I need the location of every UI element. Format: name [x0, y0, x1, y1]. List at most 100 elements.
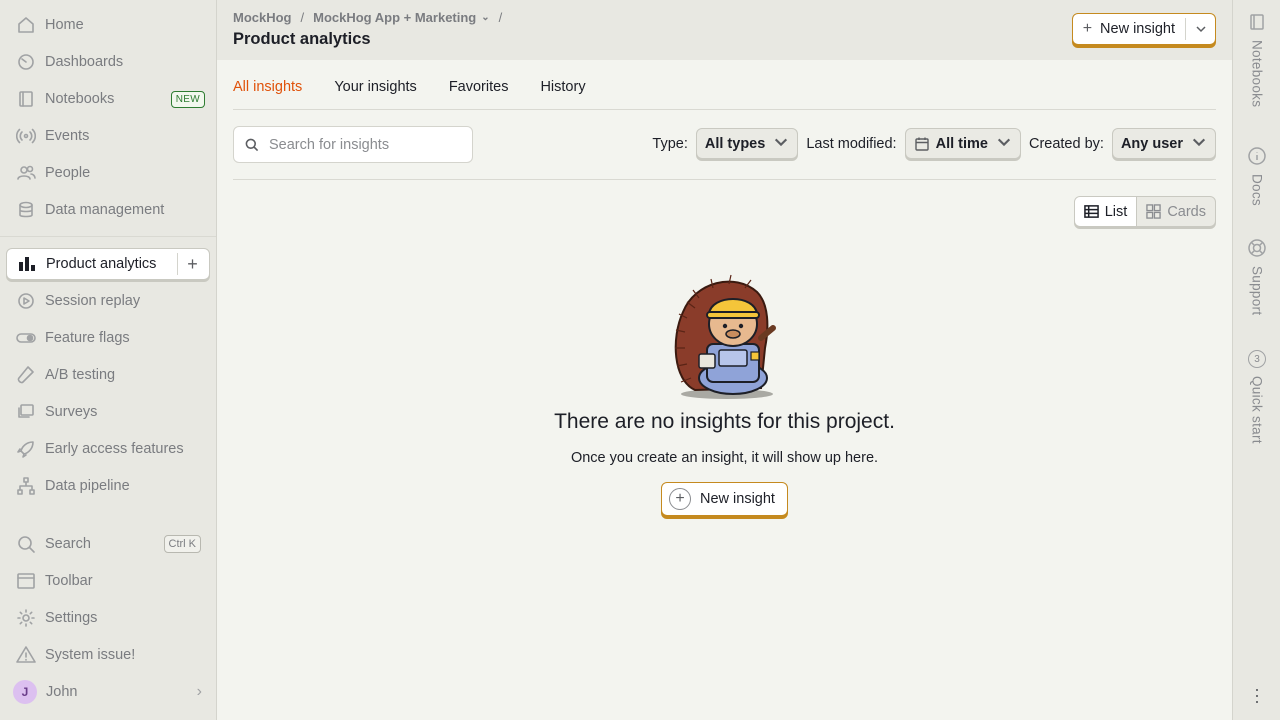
side-panel-notebooks[interactable]: Notebooks: [1233, 12, 1280, 107]
sidebar-item-people[interactable]: People: [6, 157, 210, 189]
rocket-icon: [16, 439, 36, 459]
search-icon: [16, 534, 36, 554]
sidebar-item-feature-flags[interactable]: Feature flags: [6, 322, 210, 354]
grid-icon: [1146, 204, 1162, 219]
sidebar-user[interactable]: J John ›: [6, 676, 210, 708]
info-icon: [1247, 146, 1267, 166]
database-icon: [16, 200, 36, 220]
empty-state: There are no insights for this project. …: [233, 268, 1216, 516]
chevron-down-icon: [1191, 134, 1207, 153]
filter-controls: Type: All types Last modified: All time …: [652, 128, 1216, 159]
chevron-down-icon[interactable]: ⌄: [481, 12, 489, 23]
sidebar-item-label: Data management: [45, 202, 165, 218]
lifebuoy-icon: [1247, 238, 1267, 258]
sidebar-item-product-analytics[interactable]: Product analytics +: [6, 248, 210, 280]
sidebar-divider: [0, 236, 216, 237]
search-input[interactable]: [269, 136, 459, 153]
chevron-down-icon: [773, 134, 789, 153]
add-insight-button[interactable]: +: [177, 253, 207, 275]
tab-history[interactable]: History: [540, 79, 585, 109]
sidebar-item-system-issue[interactable]: System issue!: [6, 639, 210, 671]
sidebar-item-home[interactable]: Home: [6, 9, 210, 41]
sidebar-item-label: Home: [45, 17, 84, 33]
sidebar-item-label: Session replay: [45, 293, 141, 309]
sidebar-item-label: Toolbar: [45, 573, 93, 589]
sidebar-item-label: A/B testing: [45, 367, 116, 383]
bar-chart-icon: [17, 254, 37, 274]
empty-state-title: There are no insights for this project.: [554, 410, 895, 433]
sidebar-item-surveys[interactable]: Surveys: [6, 396, 210, 428]
sidebar-item-label: Product analytics: [46, 256, 157, 272]
sidebar-item-label: Settings: [45, 610, 98, 626]
sidebar-item-label: Dashboards: [45, 54, 124, 70]
sidebar-item-settings[interactable]: Settings: [6, 602, 210, 634]
modified-filter-select[interactable]: All time: [904, 128, 1021, 159]
shortcut-badge: Ctrl K: [163, 535, 201, 553]
sidebar-item-search[interactable]: Search Ctrl K: [6, 528, 210, 560]
sidebar-item-notebooks[interactable]: Notebooks NEW: [6, 83, 210, 115]
search-icon: [245, 138, 259, 151]
sidebar-item-dashboards[interactable]: Dashboards: [6, 46, 210, 78]
flask-icon: [16, 365, 36, 385]
toggle-icon: [16, 328, 36, 348]
breadcrumb-org[interactable]: MockHog: [233, 10, 292, 25]
breadcrumb-project[interactable]: MockHog App + Marketing: [313, 10, 476, 25]
sidebar-item-label: System issue!: [45, 647, 136, 663]
sidebar-item-early-access[interactable]: Early access features: [6, 433, 210, 465]
plus-icon: +: [1082, 20, 1093, 37]
sidebar-item-toolbar[interactable]: Toolbar: [6, 565, 210, 597]
cards-view-button[interactable]: Cards: [1137, 197, 1215, 226]
chevron-down-icon: [1195, 26, 1206, 33]
modified-filter-label: Last modified:: [806, 135, 897, 152]
left-sidebar: Home Dashboards Notebooks NEW Events Peo…: [0, 0, 217, 720]
sidebar-item-label: Events: [45, 128, 90, 144]
new-insight-dropdown-button[interactable]: [1185, 18, 1215, 40]
sidebar-item-ab-testing[interactable]: A/B testing: [6, 359, 210, 391]
view-toggle: List Cards: [1073, 196, 1216, 227]
created-filter-select[interactable]: Any user: [1111, 128, 1216, 159]
sidebar-item-data-management[interactable]: Data management: [6, 194, 210, 226]
tab-favorites[interactable]: Favorites: [449, 79, 509, 109]
plus-circle-icon: +: [669, 488, 692, 510]
list-icon: [1083, 205, 1099, 218]
quick-start-count: 3: [1248, 350, 1266, 368]
sidebar-item-label: Search: [45, 536, 91, 552]
list-view-button[interactable]: List: [1074, 197, 1138, 226]
warning-icon: [16, 645, 36, 665]
page-title: Product analytics: [233, 30, 371, 48]
empty-state-subtitle: Once you create an insight, it will show…: [570, 450, 879, 466]
survey-icon: [16, 402, 36, 422]
type-filter-select[interactable]: All types: [695, 128, 799, 159]
hedgehog-illustration: [674, 274, 776, 399]
insight-tabs: All insights Your insights Favorites His…: [233, 60, 1216, 110]
new-badge: NEW: [170, 90, 205, 108]
sidebar-item-label: Surveys: [45, 404, 98, 420]
chevron-right-icon: ›: [196, 683, 202, 700]
tab-your-insights[interactable]: Your insights: [334, 79, 417, 109]
new-insight-split-button: + New insight: [1071, 13, 1216, 45]
sidebar-item-label: Notebooks: [45, 91, 115, 107]
empty-new-insight-button[interactable]: + New insight: [661, 482, 788, 516]
filters-bar: Type: All types Last modified: All time …: [233, 126, 1216, 164]
pipeline-icon: [16, 476, 36, 496]
more-options-icon[interactable]: · · ·: [1233, 680, 1280, 710]
side-panel-docs[interactable]: Docs: [1233, 146, 1280, 206]
sidebar-item-session-replay[interactable]: Session replay: [6, 285, 210, 317]
dashboard-icon: [16, 52, 36, 72]
notebook-icon: [1247, 12, 1267, 32]
people-icon: [16, 163, 36, 183]
sidebar-item-events[interactable]: Events: [6, 120, 210, 152]
tab-all-insights[interactable]: All insights: [233, 79, 302, 109]
broadcast-icon: [16, 126, 36, 146]
avatar: J: [13, 680, 37, 704]
side-panel-quick-start[interactable]: 3 Quick start: [1233, 350, 1280, 444]
sidebar-item-data-pipeline[interactable]: Data pipeline: [6, 470, 210, 502]
calendar-icon: [914, 137, 929, 151]
side-panel-support[interactable]: Support: [1233, 238, 1280, 315]
new-insight-button[interactable]: + New insight: [1073, 14, 1185, 44]
toolbar-icon: [16, 571, 36, 591]
divider: [233, 179, 1216, 180]
home-icon: [16, 15, 36, 35]
sidebar-item-label: Early access features: [45, 441, 184, 457]
search-box: [233, 126, 473, 163]
